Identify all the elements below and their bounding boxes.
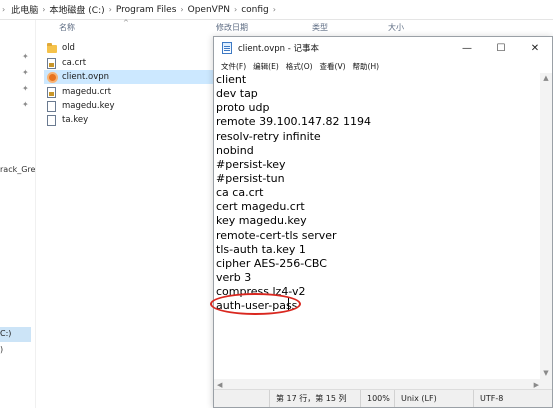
menu-help[interactable]: 帮助(H) [350,61,384,72]
file-row-old[interactable]: old [44,41,75,55]
text-line: compress lz4-v2 [216,285,306,299]
file-name: client.ovpn [62,72,110,82]
file-icon [47,114,56,126]
breadcrumb-sep-lead: › [2,5,6,14]
text-line: dev tap [216,87,258,101]
file-row-ta-key[interactable]: ta.key [44,113,88,127]
openvpn-config-icon [47,71,58,83]
pin-icon[interactable]: ✦ [22,52,29,61]
file-name: old [62,43,75,53]
vertical-scrollbar[interactable]: ▲ ▼ [540,73,552,391]
close-button[interactable]: ✕ [518,37,552,59]
text-cursor [288,297,289,310]
window-title: client.ovpn - 记事本 [238,44,320,54]
breadcrumb[interactable]: › 此电脑 › 本地磁盘 (C:) › Program Files › Open… [0,0,553,20]
breadcrumb-separator: › [272,5,276,14]
text-line: remote 39.100.147.82 1194 [216,115,372,129]
text-line: nobind [216,143,254,157]
minimize-button[interactable]: — [450,37,484,59]
text-line: proto udp [216,101,270,115]
text-line: #persist-key [216,157,286,171]
column-header-size[interactable]: 大小 [388,22,404,36]
menu-file[interactable]: 文件(F) [218,61,250,72]
breadcrumb-config[interactable]: config [238,5,272,15]
pin-icon[interactable]: ✦ [22,84,29,93]
text-line: cert magedu.crt [216,200,305,214]
breadcrumb-this-pc[interactable]: 此电脑 [8,3,41,16]
text-line: tls-auth ta.key 1 [216,242,306,256]
breadcrumb-openvpn[interactable]: OpenVPN [185,5,233,15]
file-row-ca-crt[interactable]: ca.crt [44,56,86,70]
file-row-magedu-crt[interactable]: magedu.crt [44,85,111,99]
text-line: resolv-retry infinite [216,129,321,143]
folder-icon [47,42,57,53]
nav-item-local-disk[interactable]: C:) [0,327,31,342]
cursor-position: 第 17 行，第 15 列 [269,390,355,407]
scroll-down-icon[interactable]: ▼ [540,369,552,377]
certificate-file-icon [47,86,56,98]
nav-item-local-disk-label: C:) [0,329,12,338]
status-bar: 第 17 行，第 15 列 100% Unix (LF) UTF-8 [214,389,552,407]
text-editor[interactable]: client dev tap proto udp remote 39.100.1… [214,73,542,391]
notepad-icon [222,42,232,54]
encoding: UTF-8 [473,390,552,407]
maximize-button[interactable]: ☐ [484,37,518,59]
nav-item-drive[interactable]: ) [0,345,3,354]
file-name: magedu.key [62,101,115,111]
title-bar[interactable]: client.ovpn - 记事本 — ☐ ✕ [214,37,552,59]
text-line: cipher AES-256-CBC [216,256,327,270]
file-name: ta.key [62,115,89,125]
nav-item-quick-access[interactable]: rack_Gre [0,165,35,174]
notepad-window[interactable]: client.ovpn - 记事本 — ☐ ✕ 文件(F) 编辑(E) 格式(O… [213,36,553,408]
text-line: auth-user-pass [216,299,298,313]
text-line: client [216,73,247,86]
certificate-file-icon [47,57,56,69]
menu-edit[interactable]: 编辑(E) [250,61,283,72]
column-header-type[interactable]: 类型 [312,22,328,36]
navigation-pane-divider [35,20,36,408]
file-row-magedu-key[interactable]: magedu.key [44,99,114,113]
file-name: ca.crt [62,58,87,68]
pin-icon[interactable]: ✦ [22,100,29,109]
line-ending: Unix (LF) [394,390,474,407]
text-line: key magedu.key [216,214,307,228]
breadcrumb-local-disk[interactable]: 本地磁盘 (C:) [46,3,107,16]
menu-bar: 文件(F) 编辑(E) 格式(O) 查看(V) 帮助(H) [214,59,552,73]
pin-icon[interactable]: ✦ [22,68,29,77]
breadcrumb-program-files[interactable]: Program Files [113,5,180,15]
sort-ascending-icon: ^ [123,19,129,27]
menu-format[interactable]: 格式(O) [283,61,317,72]
menu-view[interactable]: 查看(V) [317,61,350,72]
text-line: verb 3 [216,270,252,284]
column-header-modified[interactable]: 修改日期 [216,22,248,36]
text-line: remote-cert-tls server [216,228,337,242]
text-line: #persist-tun [216,171,285,185]
file-row-client-ovpn[interactable]: client.ovpn [44,70,214,84]
scroll-up-icon[interactable]: ▲ [540,74,552,82]
text-line: ca ca.crt [216,186,264,200]
file-icon [47,100,56,112]
file-name: magedu.crt [62,87,112,97]
column-header-name[interactable]: 名称 [59,22,75,36]
